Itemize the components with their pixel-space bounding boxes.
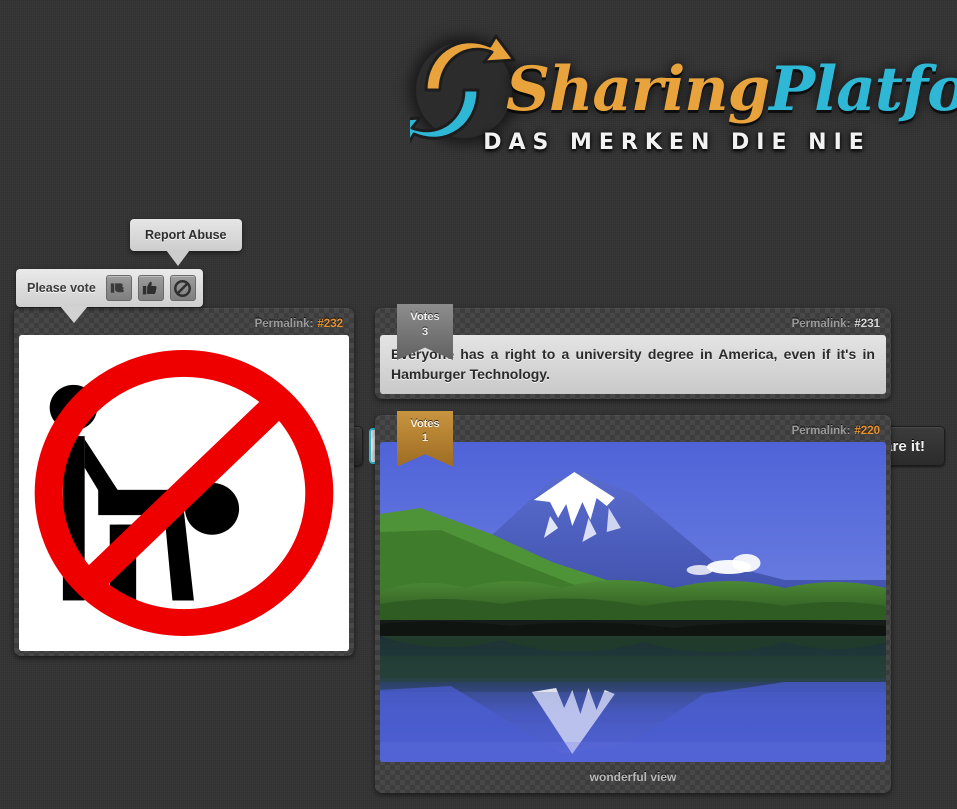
- thumbs-up-icon: [143, 281, 157, 294]
- post-card: Votes 3 Permalink: #231 Everyone has a r…: [375, 304, 891, 399]
- block-icon: [174, 279, 192, 297]
- permalink-id[interactable]: #231: [854, 318, 880, 330]
- post-media[interactable]: [380, 441, 886, 762]
- post-text: Everyone has a right to a university deg…: [380, 335, 886, 394]
- no-sitting-sign-image: [19, 335, 349, 651]
- thumbs-up-button[interactable]: [137, 275, 164, 301]
- report-abuse-tooltip[interactable]: Report Abuse: [130, 219, 242, 266]
- thumbs-down-button[interactable]: [105, 275, 132, 301]
- permalink-id[interactable]: #232: [317, 318, 343, 330]
- permalink-label[interactable]: Permalink:: [792, 425, 851, 437]
- votes-label: Votes: [410, 417, 440, 430]
- post-header: Permalink: #220: [380, 420, 886, 442]
- left-column: Permalink: #232: [14, 308, 354, 672]
- logo-tagline: DAS MERKEN DIE NIE: [483, 130, 871, 155]
- post-card: Votes 1 Permalink: #220 wonderful view: [375, 410, 891, 793]
- page-header: SharingPlatform DAS MERKEN DIE NIE: [0, 0, 957, 185]
- thumbs-down-icon: [111, 282, 125, 293]
- logo-text: SharingPlatform: [506, 54, 957, 125]
- votes-label: Votes: [410, 311, 440, 323]
- permalink-label[interactable]: Permalink:: [255, 318, 314, 330]
- post-header: Permalink: #231: [380, 313, 886, 335]
- permalink-id[interactable]: #220: [854, 425, 880, 437]
- votes-count: 3: [421, 325, 429, 338]
- post-card: Permalink: #232: [14, 308, 354, 656]
- mount-fuji-lake-image: [380, 441, 886, 762]
- logo-word-one: Sharing: [506, 54, 770, 125]
- site-logo[interactable]: SharingPlatform DAS MERKEN DIE NIE: [410, 34, 957, 168]
- permalink-label[interactable]: Permalink:: [792, 318, 851, 330]
- vote-widget-label: Please vote: [27, 281, 96, 295]
- logo-word-two: Platform: [769, 54, 957, 125]
- vote-widget: Please vote: [16, 269, 203, 323]
- votes-count: 1: [421, 432, 429, 445]
- post-caption: wonderful view: [589, 769, 677, 784]
- post-media[interactable]: [19, 335, 349, 651]
- right-column: Votes 3 Permalink: #231 Everyone has a r…: [375, 304, 891, 809]
- report-abuse-button[interactable]: [169, 275, 196, 301]
